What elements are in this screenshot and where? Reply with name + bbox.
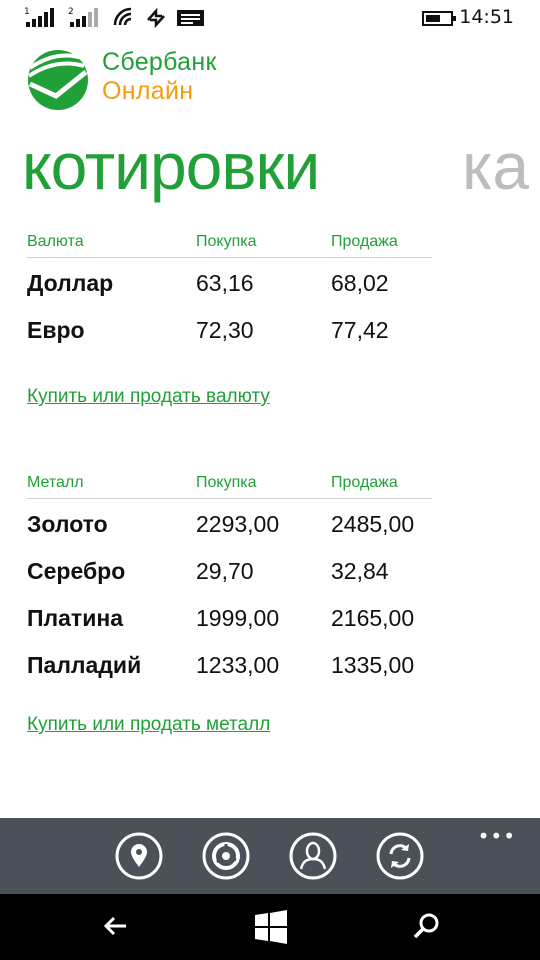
signal-sim1-icon: 1: [24, 7, 54, 27]
back-arrow-icon[interactable]: [102, 912, 130, 940]
column-header-sell: Продажа: [331, 474, 398, 491]
pivot-header-next[interactable]: ка: [462, 128, 529, 204]
sell-rate: 1335,00: [331, 652, 415, 678]
column-header-sell: Продажа: [331, 233, 398, 250]
buy-rate: 29,70: [196, 558, 254, 584]
status-bar: 1 2 14:51: [0, 0, 540, 36]
wifi-icon: [113, 7, 132, 26]
person-icon[interactable]: [289, 832, 337, 880]
metal-name: Палладий: [27, 652, 142, 678]
buy-rate: 63,16: [196, 270, 254, 296]
sberbank-logo-icon: [27, 50, 88, 110]
currency-rates-table: Валюта Покупка Продажа Доллар 63,16 68,0…: [27, 233, 432, 352]
metal-rates-table: Металл Покупка Продажа Золото 2293,00 24…: [27, 474, 432, 687]
pivot-header-quotes[interactable]: котировки: [22, 128, 320, 204]
sberbank-online-logo: Сбербанк Онлайн: [26, 48, 256, 110]
search-icon[interactable]: [412, 912, 442, 942]
table-row: Евро 72,30 77,42: [27, 305, 432, 352]
buy-rate: 1999,00: [196, 605, 280, 631]
clock-time: 14:51: [459, 6, 514, 28]
currency-table-header: Валюта Покупка Продажа: [27, 233, 432, 258]
buy-sell-metal-link[interactable]: Купить или продать металл: [27, 714, 270, 736]
table-row: Серебро 29,70 32,84: [27, 546, 432, 593]
battery-icon: [422, 11, 456, 26]
navigation-bar: [0, 894, 540, 960]
sell-rate: 68,02: [331, 270, 389, 296]
logo-title-online: Онлайн: [102, 77, 194, 105]
sim2-label: 2: [68, 7, 74, 17]
buy-rate: 72,30: [196, 317, 254, 343]
currency-name: Доллар: [27, 270, 114, 296]
column-header-currency: Валюта: [27, 233, 84, 250]
buy-sell-currency-link[interactable]: Купить или продать валюту: [27, 386, 270, 408]
more-options-button[interactable]: •••: [478, 824, 516, 848]
metal-table-header: Металл Покупка Продажа: [27, 474, 432, 499]
metal-name: Платина: [27, 605, 124, 631]
rates-dial-icon[interactable]: [202, 832, 250, 880]
location-pin-icon[interactable]: [115, 832, 163, 880]
sell-rate: 2485,00: [331, 511, 415, 537]
table-row: Платина 1999,00 2165,00: [27, 593, 432, 640]
metal-name: Золото: [27, 511, 108, 537]
table-row: Доллар 63,16 68,02: [27, 258, 432, 305]
currency-name: Евро: [27, 317, 85, 343]
app-bar: •••: [0, 818, 540, 894]
data-connection-icon: [147, 7, 165, 29]
column-header-buy: Покупка: [196, 474, 257, 491]
table-row: Палладий 1233,00 1335,00: [27, 640, 432, 687]
signal-sim2-icon: 2: [68, 7, 98, 27]
column-header-buy: Покупка: [196, 233, 257, 250]
sell-rate: 32,84: [331, 558, 389, 584]
metal-name: Серебро: [27, 558, 126, 584]
buy-rate: 1233,00: [196, 652, 280, 678]
sell-rate: 2165,00: [331, 605, 415, 631]
table-row: Золото 2293,00 2485,00: [27, 499, 432, 546]
buy-rate: 2293,00: [196, 511, 280, 537]
sell-rate: 77,42: [331, 317, 389, 343]
refresh-icon[interactable]: [376, 832, 424, 880]
sim1-label: 1: [24, 7, 30, 17]
column-header-metal: Металл: [27, 474, 84, 491]
message-icon: [177, 10, 204, 26]
logo-title-sberbank: Сбербанк: [102, 48, 217, 76]
windows-start-icon[interactable]: [254, 910, 288, 944]
